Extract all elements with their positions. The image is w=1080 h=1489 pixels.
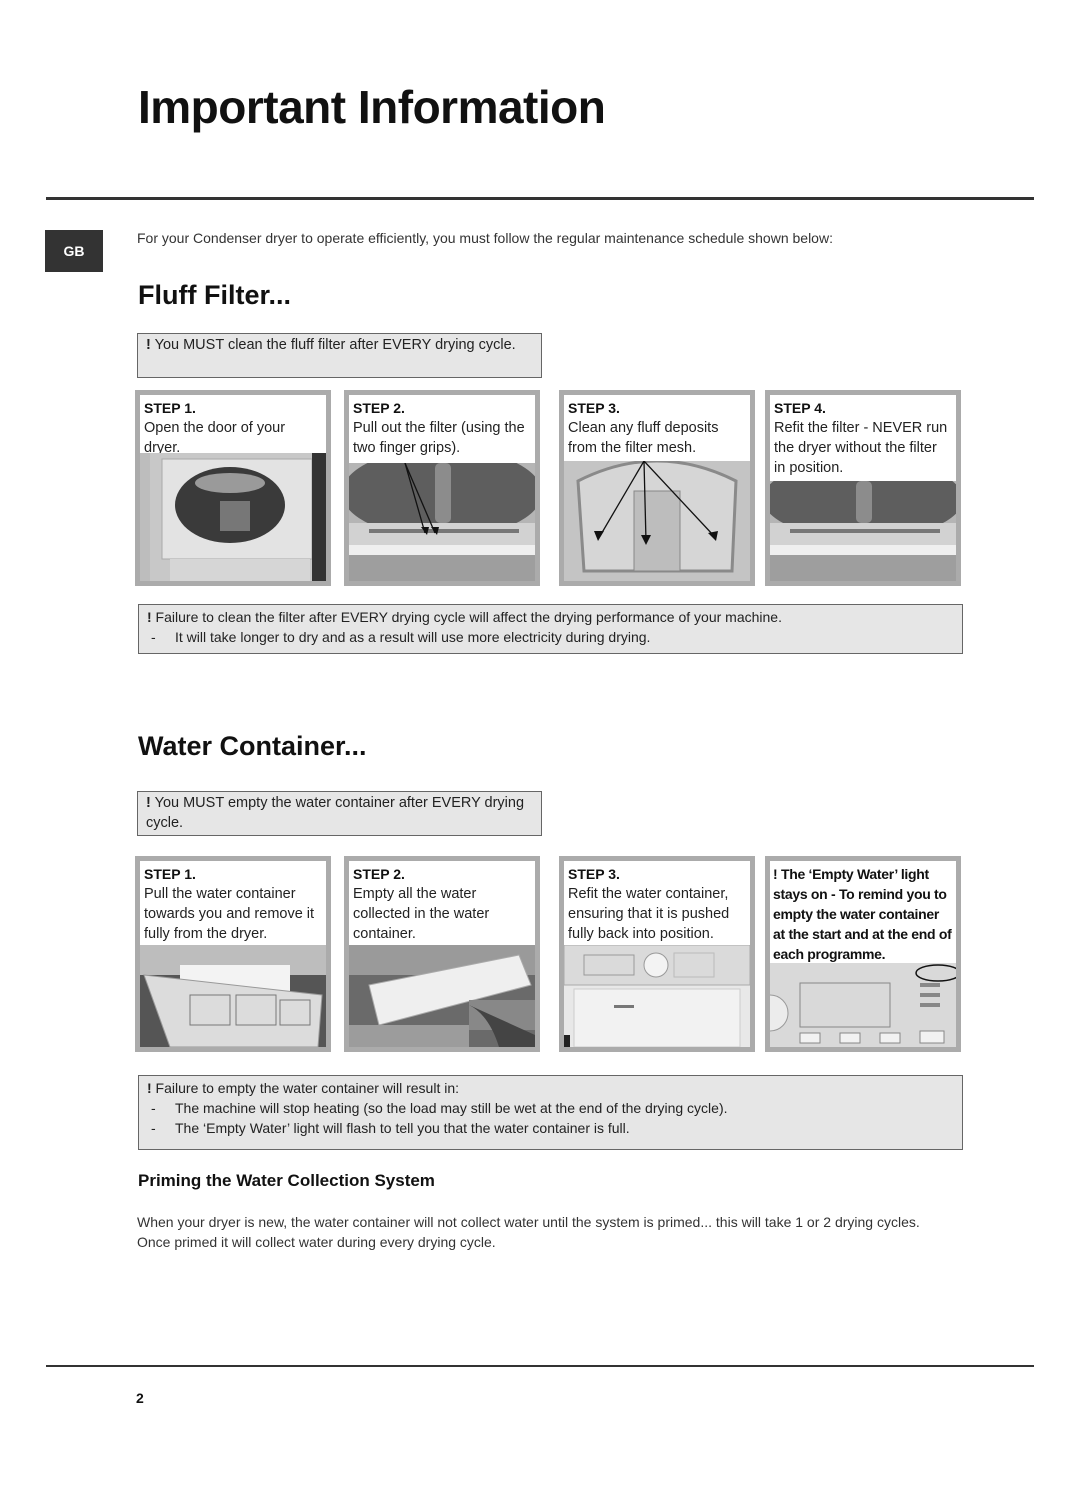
step-label: STEP 2. (353, 866, 405, 882)
step-text: Pull the water container towards you and… (144, 886, 315, 942)
step-label: STEP 3. (568, 866, 620, 882)
control-panel-photo (770, 963, 956, 1047)
water-step-3: STEP 3. Refit the water container, ensur… (559, 856, 755, 1052)
note-text: The ‘Empty Water’ light stays on - To re… (773, 866, 952, 962)
priming-text: When your dryer is new, the water contai… (137, 1214, 920, 1250)
failure-item-text: The ‘Empty Water’ light will flash to te… (175, 1120, 630, 1136)
filter-mesh-photo (564, 461, 750, 581)
page-title: Important Information (138, 81, 606, 133)
fluff-step-4: STEP 4. Refit the filter - NEVER run the… (765, 390, 961, 586)
filter-finger-grips-photo (349, 463, 535, 581)
empty-water-light-note: ! The ‘Empty Water’ light stays on - To … (765, 856, 961, 1052)
language-badge: GB (45, 230, 103, 272)
warning-text: You MUST clean the fluff filter after EV… (150, 337, 516, 353)
fluff-step-3: STEP 3. Clean any fluff deposits from th… (559, 390, 755, 586)
container-emptying-photo (349, 945, 535, 1047)
fluff-filter-warning: ! You MUST clean the fluff filter after … (137, 333, 542, 378)
failure-item: - It will take longer to dry and as a res… (151, 629, 651, 645)
fluff-step-2: STEP 2. Pull out the filter (using the t… (344, 390, 540, 586)
water-container-warning: ! You MUST empty the water container aft… (137, 791, 542, 836)
water-step-1: STEP 1. Pull the water container towards… (135, 856, 331, 1052)
step-text: Clean any fluff deposits from the filter… (568, 420, 719, 456)
priming-title: Priming the Water Collection System (138, 1171, 435, 1190)
step-text: Refit the water container, ensuring that… (568, 886, 730, 942)
failure-item-text: It will take longer to dry and as a resu… (175, 629, 651, 645)
fluff-filter-failure-note: ! Failure to clean the filter after EVER… (138, 604, 963, 654)
step-label: STEP 1. (144, 866, 196, 882)
step-label: STEP 4. (774, 400, 826, 416)
water-container-failure-note: ! Failure to empty the water container w… (138, 1075, 963, 1150)
dryer-door-open-photo (140, 453, 326, 581)
bottom-divider (46, 1365, 1034, 1367)
step-label: STEP 3. (568, 400, 620, 416)
warning-text: You MUST empty the water container after… (146, 795, 525, 831)
page-number: 2 (136, 1390, 144, 1406)
water-step-2: STEP 2. Empty all the water collected in… (344, 856, 540, 1052)
step-text: Pull out the filter (using the two finge… (353, 420, 525, 456)
filter-refitted-photo (770, 481, 956, 581)
failure-text: Failure to empty the water container wil… (151, 1080, 460, 1096)
intro-text: For your Condenser dryer to operate effi… (137, 230, 833, 246)
water-container-title: Water Container... (138, 731, 367, 761)
failure-item: - The machine will stop heating (so the l… (151, 1100, 728, 1116)
fluff-step-1: STEP 1. Open the door of your dryer. (135, 390, 331, 586)
step-label: STEP 2. (353, 400, 405, 416)
dryer-front-photo (564, 945, 750, 1047)
step-label: STEP 1. (144, 400, 196, 416)
failure-item: - The ‘Empty Water’ light will flash to t… (151, 1120, 630, 1136)
failure-item-text: The machine will stop heating (so the lo… (175, 1100, 728, 1116)
failure-text: Failure to clean the filter after EVERY … (151, 609, 782, 625)
step-text: Open the door of your dryer. (144, 420, 286, 456)
top-divider (46, 197, 1034, 200)
container-removal-photo (140, 945, 326, 1047)
fluff-filter-title: Fluff Filter... (138, 280, 291, 310)
step-text: Empty all the water collected in the wat… (353, 886, 490, 942)
step-text: Refit the filter - NEVER run the dryer w… (774, 420, 948, 476)
